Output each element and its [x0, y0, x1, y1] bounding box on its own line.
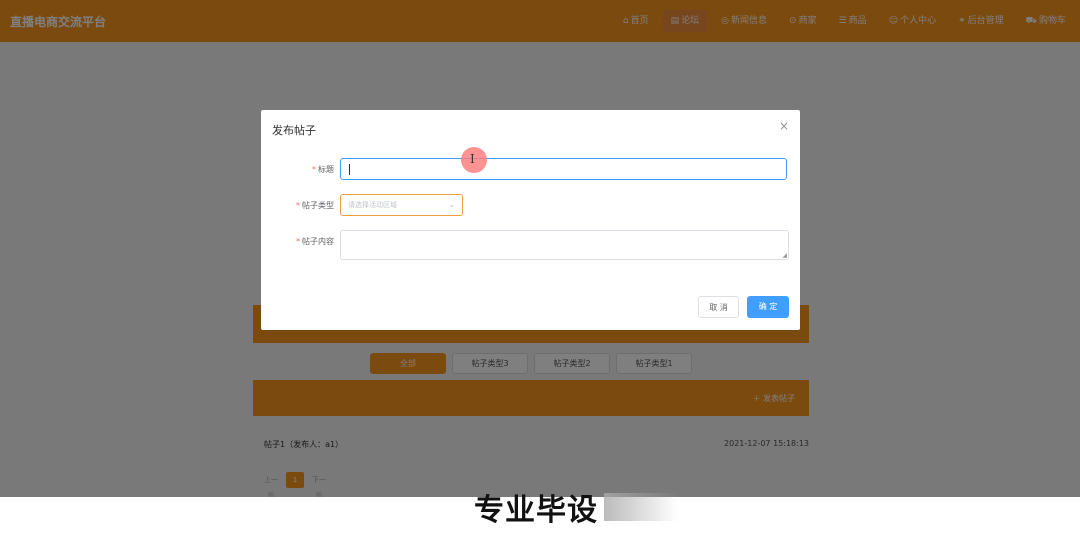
- title-input[interactable]: [340, 158, 787, 180]
- caption-fade: [604, 493, 678, 521]
- content-textarea[interactable]: ◢: [340, 230, 789, 260]
- publish-post-dialog: 发布帖子 × * 标题 * 帖子类型 请选择活动区域 ⌄ * 帖子内容 ◢ 取 消 确…: [261, 110, 800, 330]
- title-label: * 标题: [312, 164, 334, 175]
- cancel-button[interactable]: 取 消: [698, 296, 739, 318]
- resize-handle-icon[interactable]: ◢: [782, 252, 787, 259]
- text-cursor-icon: I: [470, 152, 475, 166]
- close-icon[interactable]: ×: [779, 119, 789, 133]
- required-mark: *: [312, 165, 316, 174]
- text-caret: [349, 164, 350, 175]
- chevron-down-icon: ⌄: [448, 200, 455, 209]
- required-mark: *: [296, 237, 300, 246]
- content-label: * 帖子内容: [296, 236, 334, 247]
- post-type-select[interactable]: 请选择活动区域 ⌄: [340, 194, 463, 216]
- video-caption: 专业毕设: [474, 493, 598, 528]
- type-label-text: 帖子类型: [302, 201, 334, 210]
- title-label-text: 标题: [318, 165, 334, 174]
- post-type-placeholder: 请选择活动区域: [348, 201, 397, 209]
- type-label: * 帖子类型: [296, 200, 334, 211]
- confirm-button[interactable]: 确 定: [747, 296, 789, 318]
- mouse-cursor-highlight: I: [461, 147, 487, 173]
- content-label-text: 帖子内容: [302, 237, 334, 246]
- dialog-title: 发布帖子: [272, 124, 316, 137]
- required-mark: *: [296, 201, 300, 210]
